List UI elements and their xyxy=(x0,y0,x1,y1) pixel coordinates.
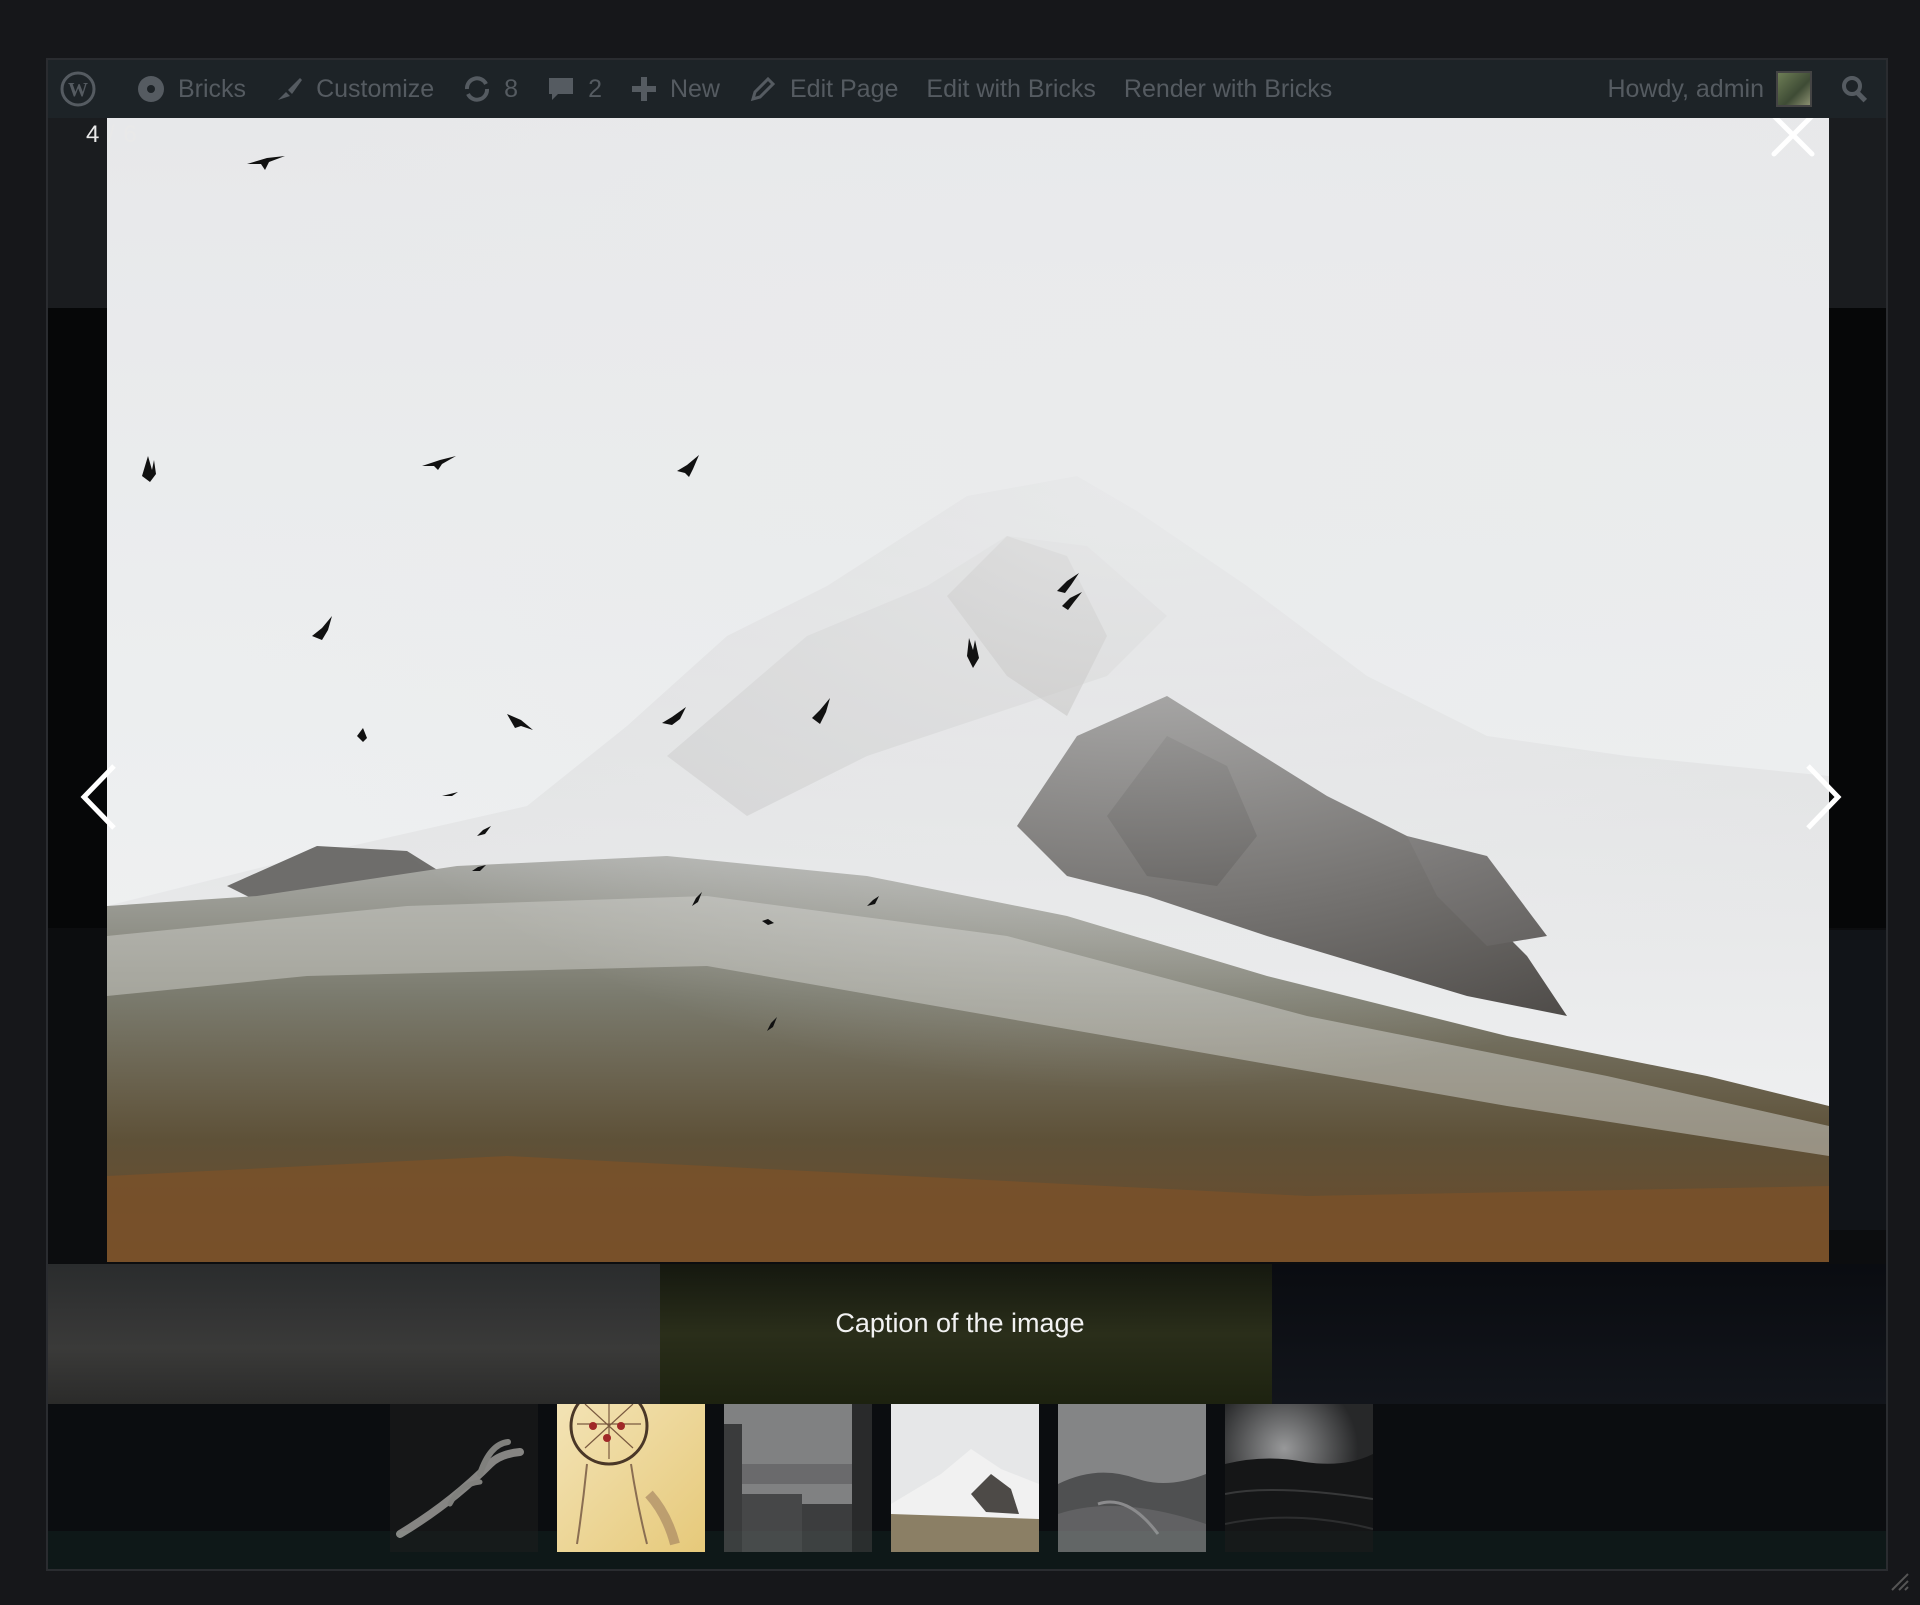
mountain-photo xyxy=(107,116,1829,1262)
new-label: New xyxy=(669,74,720,103)
chevron-left-icon xyxy=(80,764,116,830)
snowy-mountain-photo xyxy=(891,1404,1039,1552)
comments-link[interactable]: 2 xyxy=(546,74,602,104)
lightbox-counter: 4 / 6 xyxy=(86,121,138,148)
lightbox-caption: Caption of the image xyxy=(835,1308,1085,1338)
comment-icon xyxy=(549,78,574,100)
edit-with-bricks-link[interactable]: Edit with Bricks xyxy=(926,75,1095,104)
site-name-label: Bricks xyxy=(178,74,247,103)
new-content-link[interactable]: New xyxy=(630,75,720,104)
page-side-area xyxy=(1826,930,1886,1230)
updates-link[interactable]: 8 xyxy=(462,74,518,104)
customize-link[interactable]: Customize xyxy=(274,74,434,104)
next-button[interactable] xyxy=(1800,762,1844,832)
updates-icon xyxy=(465,76,490,102)
svg-text:W: W xyxy=(68,79,88,101)
hills-photo xyxy=(1058,1404,1206,1552)
render-with-bricks-label: Render with Bricks xyxy=(1123,74,1333,103)
wordpress-logo[interactable]: W xyxy=(60,71,108,107)
thumbnail-antler[interactable] xyxy=(390,1404,538,1552)
resize-grip-icon[interactable] xyxy=(1888,1570,1910,1597)
previous-button[interactable] xyxy=(78,762,122,832)
chevron-right-icon xyxy=(1806,764,1842,830)
edit-with-bricks-label: Edit with Bricks xyxy=(926,74,1096,103)
sea-photo xyxy=(1225,1404,1373,1552)
customize-label: Customize xyxy=(316,74,435,103)
thumbnail-snowy-mountain[interactable] xyxy=(891,1404,1039,1552)
brush-icon xyxy=(278,78,303,100)
thumbnail-city-buildings[interactable] xyxy=(724,1404,872,1552)
search-icon[interactable] xyxy=(1840,74,1870,104)
plus-icon xyxy=(631,77,656,101)
thumbnail-dreamcatcher[interactable] xyxy=(557,1404,705,1552)
close-button[interactable] xyxy=(1770,112,1816,158)
dashboard-icon xyxy=(138,76,164,102)
dreamcatcher-photo xyxy=(557,1404,705,1552)
close-icon xyxy=(1771,113,1815,157)
comments-count: 2 xyxy=(588,74,602,103)
edit-page-label: Edit Page xyxy=(789,74,899,103)
lightbox-image[interactable] xyxy=(107,116,1829,1262)
wp-admin-bar: W Bricks Customize 8 2 New Edit Page Edi… xyxy=(48,60,1886,118)
pencil-icon xyxy=(750,76,776,102)
site-name-link[interactable]: Bricks xyxy=(136,74,246,104)
howdy-label[interactable]: Howdy, admin xyxy=(1607,75,1764,104)
thumbnail-dark-sea[interactable] xyxy=(1225,1404,1373,1552)
city-photo xyxy=(724,1404,872,1552)
thumbnail-strip xyxy=(390,1404,1373,1552)
edit-page-link[interactable]: Edit Page xyxy=(748,74,898,104)
thumbnail-hills-fog[interactable] xyxy=(1058,1404,1206,1552)
avatar[interactable] xyxy=(1776,71,1812,107)
wordpress-icon: W xyxy=(60,71,96,107)
antler-photo xyxy=(390,1404,538,1552)
updates-count: 8 xyxy=(504,74,519,103)
render-with-bricks-link[interactable]: Render with Bricks xyxy=(1124,75,1332,104)
